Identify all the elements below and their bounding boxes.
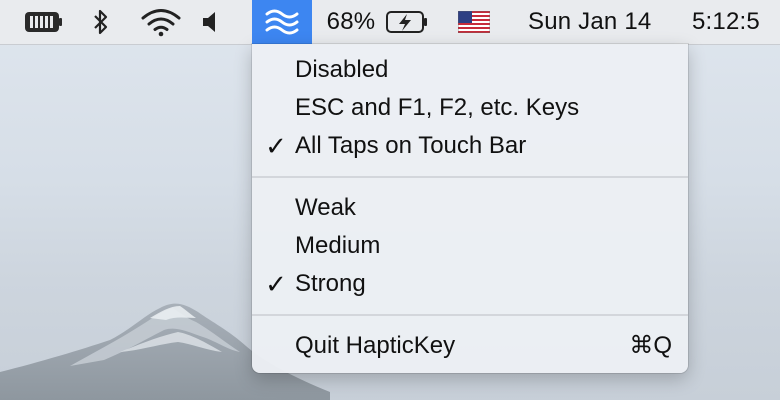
bluetooth-icon[interactable]	[88, 0, 114, 44]
wifi-icon[interactable]	[138, 0, 184, 44]
menu-item-quit-haptickey[interactable]: Quit HapticKey ⌘Q	[252, 328, 688, 364]
volume-icon[interactable]	[198, 0, 222, 44]
menu-separator	[252, 176, 688, 178]
battery-meter-icon[interactable]	[22, 0, 64, 44]
menu-item-label: Medium	[295, 232, 381, 259]
menu-item-strong[interactable]: ✓ Strong	[252, 266, 688, 302]
menu-item-label: Strong	[295, 270, 366, 297]
checkmark-icon: ✓	[265, 131, 287, 161]
menu-item-esc-and-f-keys[interactable]: ESC and F1, F2, etc. Keys	[252, 90, 688, 126]
date-text: Sun Jan 14	[528, 8, 652, 35]
keyboard-shortcut: ⌘Q	[629, 332, 672, 359]
menu-item-label: Weak	[295, 194, 356, 221]
menu-separator	[252, 314, 688, 316]
us-flag-icon[interactable]	[456, 0, 492, 44]
date-label[interactable]: Sun Jan 14	[528, 0, 680, 44]
clock-label[interactable]: 5:12:5	[692, 0, 780, 44]
menu-item-label: All Taps on Touch Bar	[295, 132, 527, 159]
menu-item-medium[interactable]: Medium	[252, 228, 688, 264]
haptickey-dropdown-menu: Disabled ESC and F1, F2, etc. Keys ✓ All…	[252, 44, 688, 373]
time-text: 5:12:5	[692, 8, 760, 35]
menu-bar: 68% Sun Jan 14 5:12:5	[0, 0, 780, 45]
menu-item-weak[interactable]: Weak	[252, 190, 688, 226]
checkmark-icon: ✓	[265, 269, 287, 299]
haptickey-icon[interactable]	[252, 0, 312, 44]
battery-charging-icon[interactable]	[384, 0, 430, 44]
battery-percent-label[interactable]: 68%	[322, 0, 380, 44]
menu-item-label: ESC and F1, F2, etc. Keys	[295, 94, 580, 121]
battery-percent-text: 68%	[326, 8, 376, 35]
menu-item-label: Quit HapticKey	[295, 332, 456, 359]
menu-item-label: Disabled	[295, 56, 389, 83]
menu-item-all-taps[interactable]: ✓ All Taps on Touch Bar	[252, 128, 688, 164]
menu-item-disabled[interactable]: Disabled	[252, 52, 688, 88]
